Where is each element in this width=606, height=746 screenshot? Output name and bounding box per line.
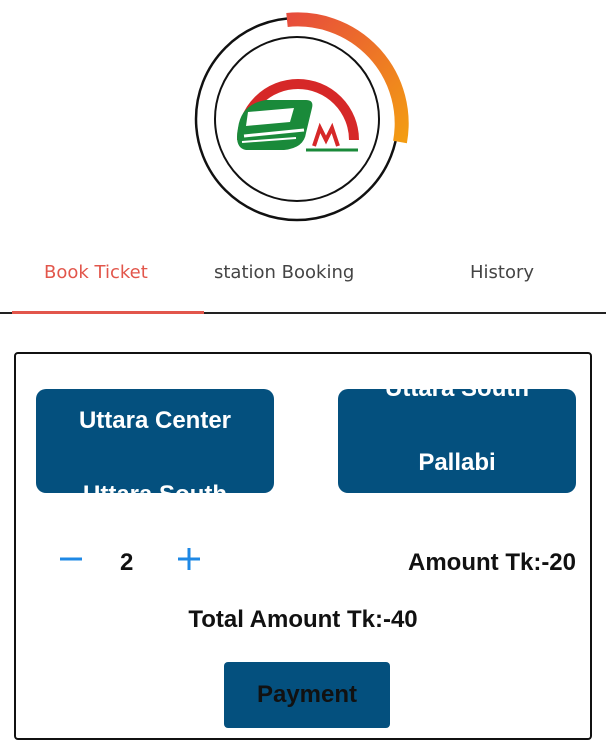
tab-station-booking[interactable]: station Booking	[214, 262, 354, 283]
to-station-previous-option: Uttara South	[338, 389, 576, 403]
to-station-selected: Pallabi	[418, 449, 496, 476]
tab-bar: Book Ticket station Booking History	[0, 250, 606, 320]
tab-book-ticket[interactable]: Book Ticket	[44, 262, 148, 283]
from-station-next-option: Uttara South	[36, 481, 274, 493]
plus-icon[interactable]	[174, 544, 204, 574]
quantity-value: 2	[120, 549, 134, 576]
unit-amount: Amount Tk:-20	[408, 549, 576, 576]
app-logo	[186, 8, 426, 233]
to-station-picker[interactable]: Uttara South Pallabi	[338, 389, 576, 493]
booking-card: Uttara Center Uttara South Uttara South …	[14, 352, 592, 740]
minus-icon[interactable]	[56, 544, 86, 574]
tab-history[interactable]: History	[470, 262, 534, 283]
payment-button[interactable]: Payment	[224, 662, 390, 728]
from-station-picker[interactable]: Uttara Center Uttara South	[36, 389, 274, 493]
total-amount: Total Amount Tk:-40	[188, 606, 418, 633]
from-station-selected: Uttara Center	[78, 407, 232, 434]
active-tab-indicator	[12, 311, 204, 314]
